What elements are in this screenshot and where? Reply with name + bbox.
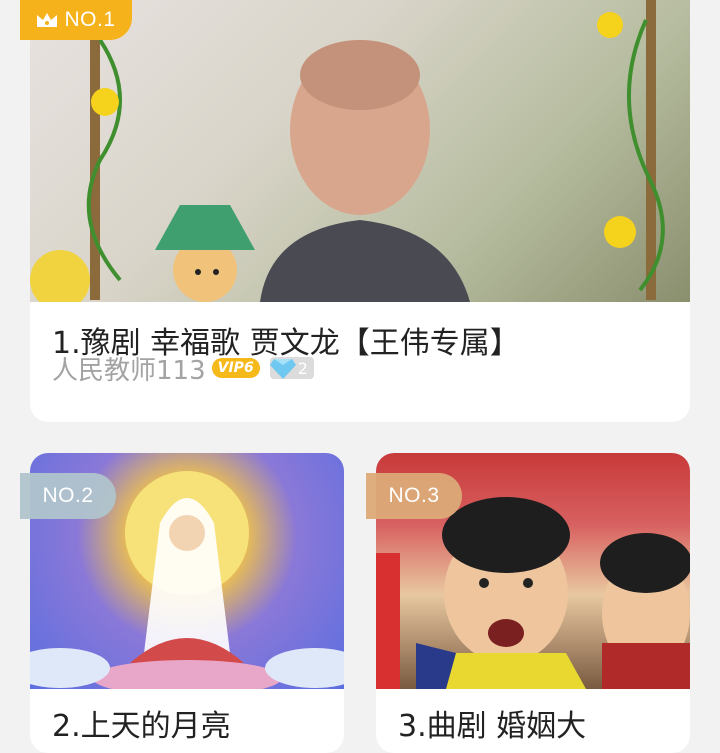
card-title[interactable]: 3.曲剧 婚姻大 — [398, 701, 586, 745]
rank-label: NO.1 — [64, 8, 116, 31]
featured-thumbnail — [30, 0, 690, 302]
rank-badge-3: NO.3 — [366, 473, 462, 519]
rank-badge-2: NO.2 — [20, 473, 116, 519]
featured-card[interactable]: 1.豫剧 幸福歌 贾文龙【王伟专属】 人民教师113 VIP6 2 — [30, 0, 690, 422]
featured-meta: 人民教师113 VIP6 2 — [52, 350, 314, 387]
rank-badge-1: NO.1 — [20, 0, 132, 40]
gem-badge: 2 — [269, 357, 314, 379]
card-title[interactable]: 2.上天的月亮 — [52, 701, 231, 745]
portrait-image — [30, 0, 665, 302]
crown-icon — [37, 13, 58, 27]
vip-badge: VIP6 — [211, 358, 260, 378]
diamond-icon — [269, 359, 296, 379]
author-name[interactable]: 人民教师113 — [52, 350, 206, 387]
gem-count: 2 — [297, 358, 308, 378]
